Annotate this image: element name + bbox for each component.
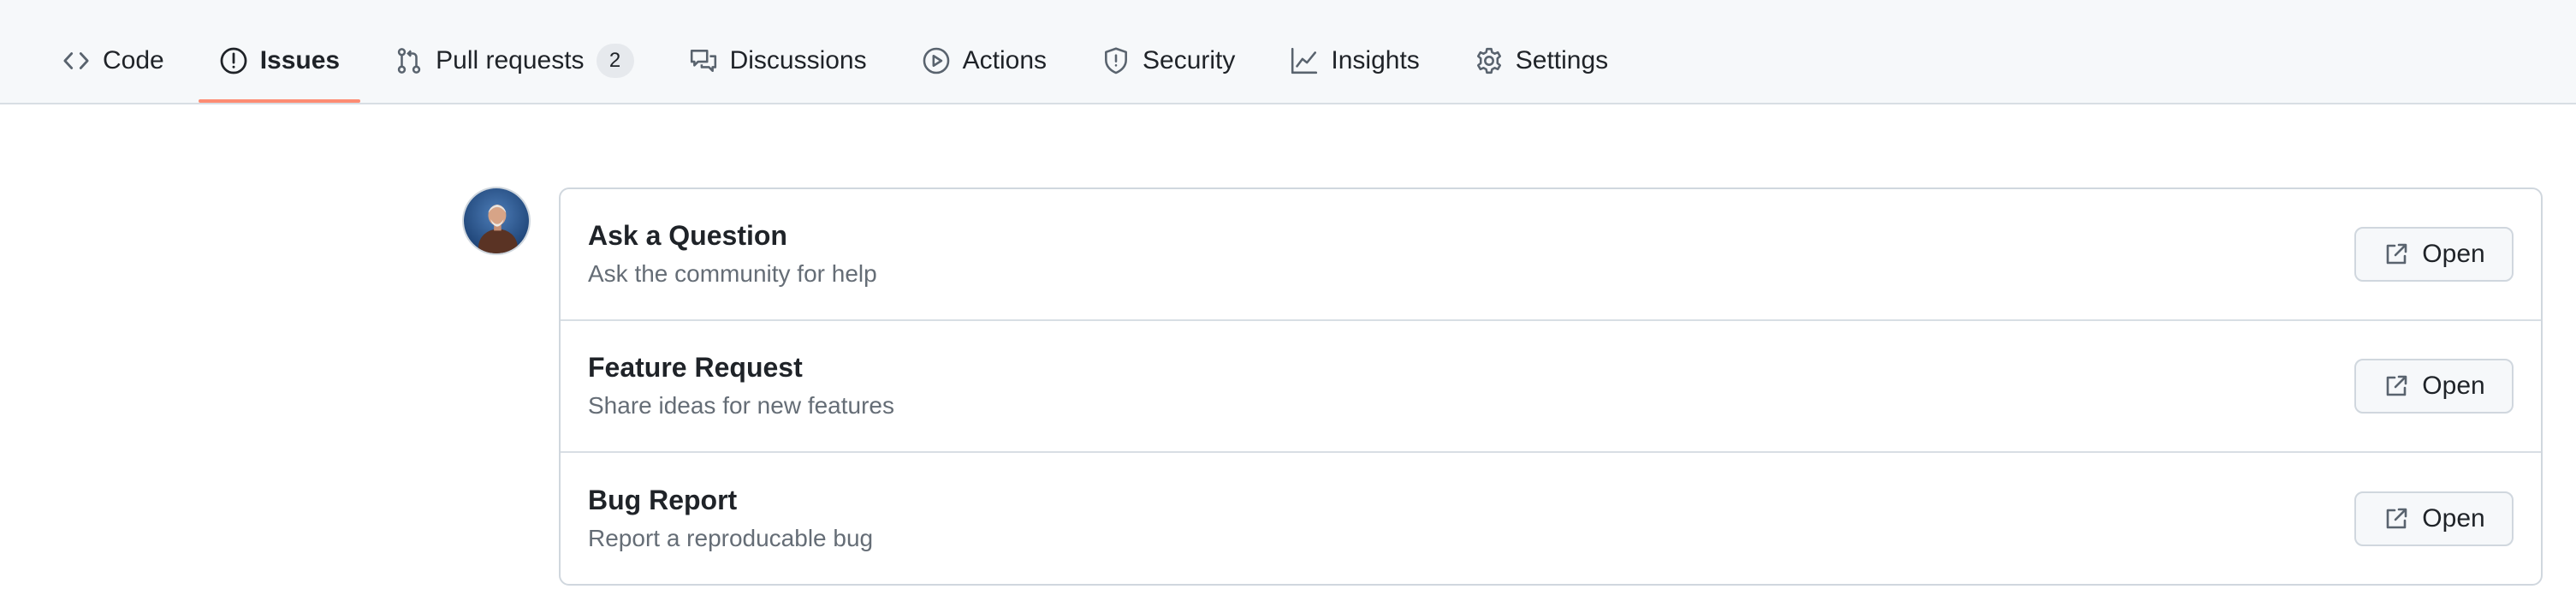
template-text: Ask a Question Ask the community for hel… (588, 217, 877, 292)
play-icon (922, 46, 951, 75)
template-title: Ask a Question (588, 220, 787, 251)
template-text: Feature Request Share ideas for new feat… (588, 348, 894, 424)
tab-issues[interactable]: Issues (192, 0, 367, 103)
open-button-label: Open (2422, 372, 2485, 400)
graph-icon (1290, 46, 1319, 75)
repo-tabs: Code Issues Pull requests 2 Discussions … (34, 0, 1635, 103)
link-external-icon (2383, 505, 2410, 533)
tab-pull-requests[interactable]: Pull requests 2 (367, 0, 661, 103)
shield-icon (1101, 46, 1131, 75)
open-feature-request-button[interactable]: Open (2354, 359, 2514, 414)
tab-actions-label: Actions (962, 46, 1048, 74)
template-row-feature-request: Feature Request Share ideas for new feat… (561, 321, 2541, 453)
tab-issues-label: Issues (259, 46, 341, 74)
template-description: Share ideas for new features (588, 392, 894, 419)
tab-insights-label: Insights (1331, 46, 1420, 74)
issue-template-list: Ask a Question Ask the community for hel… (559, 187, 2543, 586)
tab-discussions-label: Discussions (729, 46, 867, 74)
tab-security-label: Security (1143, 46, 1236, 74)
open-button-label: Open (2422, 503, 2485, 533)
gear-icon (1475, 46, 1504, 75)
template-row-ask-question: Ask a Question Ask the community for hel… (561, 189, 2541, 321)
link-external-icon (2383, 241, 2410, 268)
template-description: Report a reproducable bug (588, 524, 874, 551)
template-row-bug-report: Bug Report Report a reproducable bug Ope… (561, 453, 2541, 584)
tab-code-label: Code (103, 46, 164, 74)
repo-navigation: Code Issues Pull requests 2 Discussions … (0, 0, 2576, 104)
git-pull-request-icon (395, 46, 424, 75)
tab-security[interactable]: Security (1074, 0, 1262, 103)
open-bug-report-button[interactable]: Open (2354, 491, 2514, 546)
tab-actions[interactable]: Actions (894, 0, 1074, 103)
pull-requests-count-badge: 2 (596, 44, 634, 78)
template-text: Bug Report Report a reproducable bug (588, 481, 873, 556)
issue-opened-icon (219, 46, 248, 75)
tab-settings-label: Settings (1515, 46, 1609, 74)
tab-pull-requests-label: Pull requests (436, 46, 585, 74)
tab-discussions[interactable]: Discussions (662, 0, 894, 103)
tab-insights[interactable]: Insights (1262, 0, 1446, 103)
tab-code[interactable]: Code (34, 0, 192, 103)
template-title: Bug Report (588, 484, 738, 515)
template-description: Ask the community for help (588, 260, 877, 287)
open-ask-question-button[interactable]: Open (2354, 227, 2514, 282)
link-external-icon (2383, 372, 2410, 400)
comment-discussion-icon (689, 46, 718, 75)
tab-settings[interactable]: Settings (1447, 0, 1635, 103)
code-icon (62, 46, 91, 75)
template-title: Feature Request (588, 352, 803, 383)
avatar[interactable] (462, 187, 531, 255)
open-button-label: Open (2422, 240, 2485, 268)
